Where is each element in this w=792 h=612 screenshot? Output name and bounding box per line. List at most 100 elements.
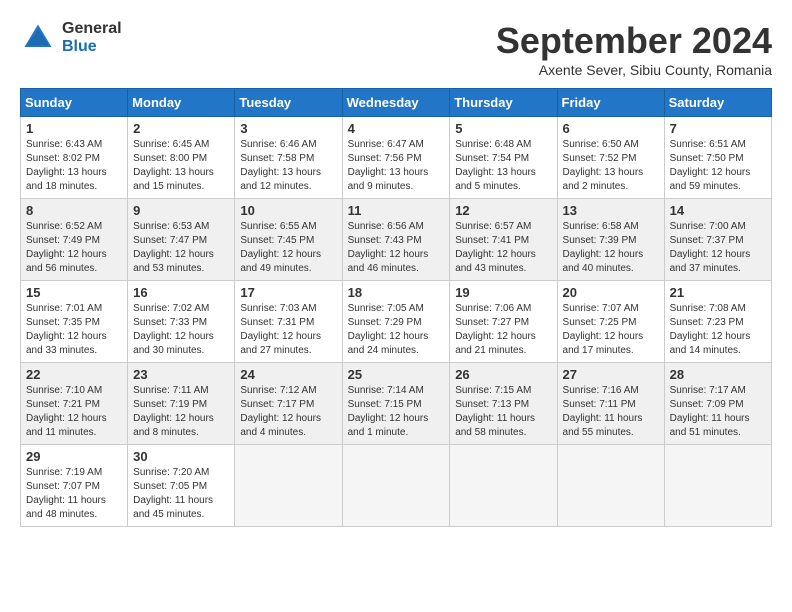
day-number: 15 [26, 285, 122, 300]
day-info: Sunrise: 6:50 AMSunset: 7:52 PMDaylight:… [563, 138, 659, 194]
day-number: 4 [348, 121, 445, 136]
calendar-cell: 18 Sunrise: 7:05 AMSunset: 7:29 PMDayligh… [342, 281, 450, 363]
calendar-cell: 27Sunrise: 7:16 AMSunset: 7:11 PMDayligh… [557, 363, 664, 445]
logo-blue-text: Blue [62, 38, 122, 56]
day-number: 11 [348, 203, 445, 218]
calendar-header-monday: Monday [128, 89, 235, 117]
day-number: 28 [670, 367, 766, 382]
logo-icon [20, 20, 56, 56]
day-info: Sunrise: 7:11 AMSunset: 7:19 PMDaylight:… [133, 384, 229, 440]
calendar-cell: 11 Sunrise: 6:56 AMSunset: 7:43 PMDayligh… [342, 199, 450, 281]
calendar-cell: 3 Sunrise: 6:46 AMSunset: 7:58 PMDaylight… [235, 117, 342, 199]
day-info: Sunrise: 6:53 AMSunset: 7:47 PMDaylight:… [133, 220, 229, 276]
day-number: 22 [26, 367, 122, 382]
calendar-cell: 2 Sunrise: 6:45 AMSunset: 8:00 PMDaylight… [128, 117, 235, 199]
calendar-cell: 29Sunrise: 7:19 AMSunset: 7:07 PMDayligh… [21, 445, 128, 527]
day-info: Sunrise: 7:15 AMSunset: 7:13 PMDaylight:… [455, 384, 551, 440]
calendar-cell: 22 Sunrise: 7:10 AMSunset: 7:21 PMDayligh… [21, 363, 128, 445]
calendar-cell: 15 Sunrise: 7:01 AMSunset: 7:35 PMDayligh… [21, 281, 128, 363]
day-info: Sunrise: 7:05 AMSunset: 7:29 PMDaylight:… [348, 302, 445, 358]
calendar-cell: 16Sunrise: 7:02 AMSunset: 7:33 PMDayligh… [128, 281, 235, 363]
calendar-cell: 17 Sunrise: 7:03 AMSunset: 7:31 PMDayligh… [235, 281, 342, 363]
calendar-cell: 23 Sunrise: 7:11 AMSunset: 7:19 PMDayligh… [128, 363, 235, 445]
day-number: 6 [563, 121, 659, 136]
month-title: September 2024 [496, 20, 772, 62]
day-number: 1 [26, 121, 122, 136]
day-info: Sunrise: 7:14 AMSunset: 7:15 PMDaylight:… [348, 384, 445, 440]
calendar-week-row: 15 Sunrise: 7:01 AMSunset: 7:35 PMDayligh… [21, 281, 772, 363]
calendar-week-row: 22 Sunrise: 7:10 AMSunset: 7:21 PMDayligh… [21, 363, 772, 445]
calendar-cell: 28 Sunrise: 7:17 AMSunset: 7:09 PMDayligh… [664, 363, 771, 445]
day-number: 14 [670, 203, 766, 218]
calendar-cell: 21Sunrise: 7:08 AMSunset: 7:23 PMDayligh… [664, 281, 771, 363]
day-number: 26 [455, 367, 551, 382]
calendar-cell: 19 Sunrise: 7:06 AMSunset: 7:27 PMDayligh… [450, 281, 557, 363]
day-number: 10 [240, 203, 336, 218]
day-number: 19 [455, 285, 551, 300]
calendar-cell: 14 Sunrise: 7:00 AMSunset: 7:37 PMDayligh… [664, 199, 771, 281]
calendar-week-row: 1 Sunrise: 6:43 AMSunset: 8:02 PMDaylight… [21, 117, 772, 199]
day-info: Sunrise: 7:01 AMSunset: 7:35 PMDaylight:… [26, 302, 122, 358]
calendar-header-tuesday: Tuesday [235, 89, 342, 117]
day-number: 3 [240, 121, 336, 136]
calendar-cell: 24Sunrise: 7:12 AMSunset: 7:17 PMDayligh… [235, 363, 342, 445]
day-info: Sunrise: 6:57 AMSunset: 7:41 PMDaylight:… [455, 220, 551, 276]
day-info: Sunrise: 6:46 AMSunset: 7:58 PMDaylight:… [240, 138, 336, 194]
day-info: Sunrise: 6:47 AMSunset: 7:56 PMDaylight:… [348, 138, 445, 194]
calendar-cell [557, 445, 664, 527]
day-info: Sunrise: 7:12 AMSunset: 7:17 PMDaylight:… [240, 384, 336, 440]
day-info: Sunrise: 7:08 AMSunset: 7:23 PMDaylight:… [670, 302, 766, 358]
day-number: 30 [133, 449, 229, 464]
day-info: Sunrise: 6:45 AMSunset: 8:00 PMDaylight:… [133, 138, 229, 194]
day-info: Sunrise: 6:55 AMSunset: 7:45 PMDaylight:… [240, 220, 336, 276]
day-number: 12 [455, 203, 551, 218]
calendar-cell: 10 Sunrise: 6:55 AMSunset: 7:45 PMDayligh… [235, 199, 342, 281]
logo-general-text: General [62, 20, 122, 38]
day-number: 23 [133, 367, 229, 382]
calendar-cell [342, 445, 450, 527]
calendar-table: SundayMondayTuesdayWednesdayThursdayFrid… [20, 88, 772, 527]
calendar-cell: 13Sunrise: 6:58 AMSunset: 7:39 PMDayligh… [557, 199, 664, 281]
day-info: Sunrise: 7:06 AMSunset: 7:27 PMDaylight:… [455, 302, 551, 358]
day-number: 18 [348, 285, 445, 300]
calendar-week-row: 8Sunrise: 6:52 AMSunset: 7:49 PMDaylight… [21, 199, 772, 281]
day-number: 17 [240, 285, 336, 300]
calendar-cell: 26 Sunrise: 7:15 AMSunset: 7:13 PMDayligh… [450, 363, 557, 445]
logo: General Blue [20, 20, 122, 56]
calendar-cell: 1 Sunrise: 6:43 AMSunset: 8:02 PMDaylight… [21, 117, 128, 199]
day-number: 2 [133, 121, 229, 136]
calendar-header-row: SundayMondayTuesdayWednesdayThursdayFrid… [21, 89, 772, 117]
header: General Blue September 2024 Axente Sever… [20, 20, 772, 78]
day-info: Sunrise: 6:48 AMSunset: 7:54 PMDaylight:… [455, 138, 551, 194]
day-info: Sunrise: 6:43 AMSunset: 8:02 PMDaylight:… [26, 138, 122, 194]
day-info: Sunrise: 7:20 AMSunset: 7:05 PMDaylight:… [133, 466, 229, 522]
day-number: 20 [563, 285, 659, 300]
day-info: Sunrise: 7:07 AMSunset: 7:25 PMDaylight:… [563, 302, 659, 358]
location-subtitle: Axente Sever, Sibiu County, Romania [496, 62, 772, 78]
calendar-week-row: 29Sunrise: 7:19 AMSunset: 7:07 PMDayligh… [21, 445, 772, 527]
day-number: 5 [455, 121, 551, 136]
calendar-cell: 7Sunrise: 6:51 AMSunset: 7:50 PMDaylight… [664, 117, 771, 199]
day-info: Sunrise: 7:17 AMSunset: 7:09 PMDaylight:… [670, 384, 766, 440]
calendar-cell: 30 Sunrise: 7:20 AMSunset: 7:05 PMDayligh… [128, 445, 235, 527]
day-number: 8 [26, 203, 122, 218]
day-info: Sunrise: 7:10 AMSunset: 7:21 PMDaylight:… [26, 384, 122, 440]
day-number: 25 [348, 367, 445, 382]
calendar-cell: 25 Sunrise: 7:14 AMSunset: 7:15 PMDayligh… [342, 363, 450, 445]
day-number: 9 [133, 203, 229, 218]
calendar-header-friday: Friday [557, 89, 664, 117]
calendar-header-thursday: Thursday [450, 89, 557, 117]
calendar-cell: 5 Sunrise: 6:48 AMSunset: 7:54 PMDaylight… [450, 117, 557, 199]
day-info: Sunrise: 7:00 AMSunset: 7:37 PMDaylight:… [670, 220, 766, 276]
day-info: Sunrise: 6:51 AMSunset: 7:50 PMDaylight:… [670, 138, 766, 194]
calendar-cell: 6 Sunrise: 6:50 AMSunset: 7:52 PMDaylight… [557, 117, 664, 199]
day-info: Sunrise: 6:58 AMSunset: 7:39 PMDaylight:… [563, 220, 659, 276]
calendar-header-sunday: Sunday [21, 89, 128, 117]
day-info: Sunrise: 6:56 AMSunset: 7:43 PMDaylight:… [348, 220, 445, 276]
day-info: Sunrise: 7:02 AMSunset: 7:33 PMDaylight:… [133, 302, 229, 358]
day-info: Sunrise: 7:03 AMSunset: 7:31 PMDaylight:… [240, 302, 336, 358]
calendar-header-wednesday: Wednesday [342, 89, 450, 117]
calendar-cell [235, 445, 342, 527]
calendar-cell: 8Sunrise: 6:52 AMSunset: 7:49 PMDaylight… [21, 199, 128, 281]
day-number: 27 [563, 367, 659, 382]
